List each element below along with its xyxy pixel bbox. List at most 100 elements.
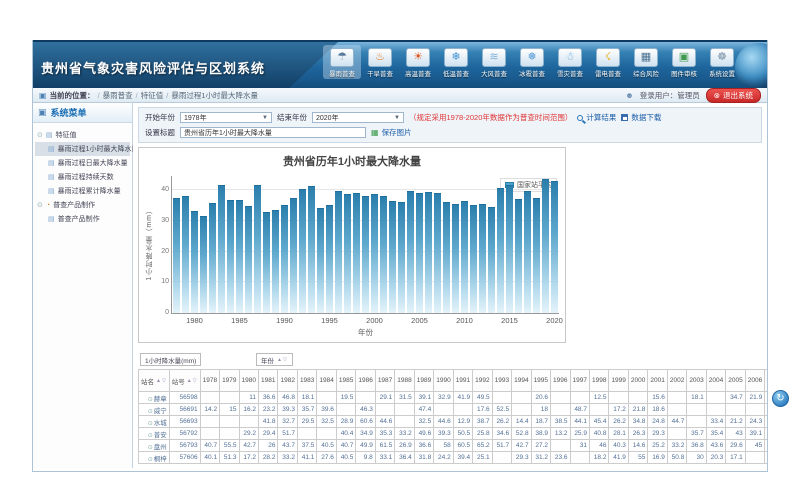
download-button[interactable]: 数据下载	[621, 112, 661, 123]
cell-56598-1983: 18.1	[297, 392, 316, 404]
sort-arrows-icon[interactable]: ▲▽	[156, 378, 167, 384]
cell-56598-1981: 36.6	[259, 392, 278, 404]
bar-1997	[344, 194, 351, 313]
toolbar-item-lightning[interactable]: ☇雷电普查	[589, 45, 627, 79]
sidebar-item[interactable]: ▤暴雨过程累计降水量	[35, 184, 130, 198]
cell-56693-2006: 24.3	[745, 416, 764, 428]
sidebar-item[interactable]: ▤暴雨过程1小时最大降水量	[35, 142, 130, 156]
breadcrumb-item[interactable]: 暴雨过程1小时最大降水量	[171, 91, 258, 100]
bar-1991	[290, 198, 297, 313]
logout-button[interactable]: ⊗ 退出系统	[706, 88, 761, 103]
chart-title: 贵州省历年1小时最大降水量	[139, 153, 565, 169]
toolbar-item-drought[interactable]: ♨ 干旱普查	[361, 45, 399, 79]
icon-tile: ☃	[558, 48, 582, 67]
breadcrumb-item[interactable]: 暴雨普查	[103, 91, 133, 100]
row-expand-icon[interactable]: ⊙	[148, 421, 153, 427]
cell-56691-2001: 18.6	[648, 404, 667, 416]
station-name-header-inner: 站名▲▽	[141, 376, 167, 386]
row-expand-icon[interactable]: ⊙	[148, 409, 153, 415]
column-header-year-2001: 2001	[648, 370, 667, 392]
bar-2014	[497, 188, 504, 313]
sort-arrows-icon[interactable]: ▲▽	[187, 378, 198, 384]
toolbar-item-low-temp[interactable]: ❄低温普查	[437, 45, 475, 79]
row-expand-icon[interactable]: ⊙	[148, 397, 153, 403]
bar-1995	[326, 205, 333, 313]
bar-1983	[218, 185, 225, 313]
cell-56693-1995: 18.7	[531, 416, 550, 428]
drought-icon: ♨	[375, 52, 385, 63]
start-year-select[interactable]: 1978年 ▼	[180, 112, 272, 123]
column-header-year-1990: 1990	[434, 370, 453, 392]
cell-57606-2001: 16.9	[648, 452, 667, 464]
toolbar-item-label: 低温普查	[443, 69, 469, 78]
bar-1984	[227, 200, 234, 314]
column-header-station-name[interactable]: 站名▲▽	[139, 370, 170, 392]
page-icon: ▤	[48, 187, 55, 195]
floating-refresh-button[interactable]: ↻	[772, 390, 789, 407]
toolbar-item-map-review[interactable]: ▣图件审核	[665, 45, 703, 79]
breadcrumb-item[interactable]: 特征值	[141, 91, 164, 100]
calculate-button[interactable]: 计算结果	[577, 112, 616, 123]
cell-56792-1990: 39.3	[434, 428, 453, 440]
cell-56598-2007: 18.2	[765, 392, 767, 404]
bar-2003	[398, 202, 405, 313]
column-header-station-id[interactable]: 站号▲▽	[169, 370, 200, 392]
cell-56792-2003: 35.7	[687, 428, 706, 440]
row-expand-icon[interactable]: ⊙	[148, 445, 153, 451]
year-sort-control[interactable]: 年份 ▲▽	[256, 353, 293, 366]
station-name-cell: ⊙赫章	[139, 392, 170, 404]
column-header-year-2004: 2004	[706, 370, 725, 392]
app-window: 贵州省气象灾害风险评估与区划系统 ☂暴雨普查♨干旱普查☀高温普查❄低温普查≋大风…	[32, 40, 768, 472]
toolbar-item-wind[interactable]: ≋大风普查	[475, 45, 513, 79]
cell-56598-2001: 15.6	[648, 392, 667, 404]
end-year-select[interactable]: 2020年 ▼	[312, 112, 404, 123]
bar-2012	[479, 204, 486, 313]
value-type-selector[interactable]: 1小时降水量(mm)	[140, 353, 201, 366]
expander-icon[interactable]: ⊙	[37, 131, 43, 139]
cell-56691-1987	[375, 404, 394, 416]
toolbar-item-composite-risk[interactable]: ▦综合风险	[627, 45, 665, 79]
toolbar-item-snow[interactable]: ☃ 雪灾普查	[551, 45, 589, 79]
cell-56793-1985: 40.7	[336, 440, 355, 452]
cell-57606-1994: 29.3	[512, 452, 531, 464]
sidebar-item[interactable]: ▤普查产品制作	[35, 212, 130, 226]
sidebar-item[interactable]: ▤暴雨过程持续天数	[35, 170, 130, 184]
toolbar-item-high-temp[interactable]: ☀高温普查	[399, 45, 437, 79]
cell-56793-2007: 42.2	[765, 440, 767, 452]
x-tick-label: 1990	[276, 316, 293, 325]
tree-group-1[interactable]: ⊙◔普查产品制作	[35, 198, 130, 212]
cell-56793-1992: 65.2	[473, 440, 492, 452]
cell-56598-1997	[570, 392, 589, 404]
cell-56691-1986: 46.3	[356, 404, 375, 416]
row-expand-icon[interactable]: ⊙	[148, 457, 153, 463]
expander-icon[interactable]: ⊙	[37, 201, 43, 209]
filter-row-2: 设置标题 贵州省历年1小时最大降水量 ▦ 保存图片	[145, 125, 755, 140]
cell-56598-1984	[317, 392, 336, 404]
page-icon: ▤	[48, 215, 55, 223]
toolbar-item-rainstorm[interactable]: ☂暴雨普查	[323, 45, 361, 79]
sidebar-item[interactable]: ▤暴雨过程日最大降水量	[35, 156, 130, 170]
toolbar-item-label: 干旱普查	[367, 69, 393, 78]
cell-56693-1981: 41.8	[259, 416, 278, 428]
cell-57606-1993	[492, 452, 511, 464]
chart-title-input[interactable]: 贵州省历年1小时最大降水量	[180, 127, 366, 138]
tree-group-0[interactable]: ⊙▤特征值	[35, 128, 130, 142]
cell-57606-2004: 20.3	[706, 452, 725, 464]
toolbar-item-hail[interactable]: ❅冰雹普查	[513, 45, 551, 79]
station-id-cell: 56598	[169, 392, 200, 404]
x-tick-label: 2000	[366, 316, 383, 325]
save-image-button[interactable]: ▦ 保存图片	[371, 127, 412, 138]
cell-56693-1992: 38.7	[473, 416, 492, 428]
cell-57606-2006	[745, 452, 764, 464]
rainstorm-icon: ☂	[337, 52, 347, 63]
toolbar-item-label: 雪灾普查	[557, 69, 583, 78]
folder-icon: ◔	[46, 202, 50, 209]
cell-56598-1989: 39.1	[414, 392, 433, 404]
station-name-cell: ⊙水城	[139, 416, 170, 428]
row-expand-icon[interactable]: ⊙	[148, 433, 153, 439]
cell-56693-1996: 38.5	[551, 416, 570, 428]
chart-panel: 贵州省历年1小时最大降水量 1小时降水量（mm） 年份 国家站平均 010203…	[138, 147, 566, 343]
page-icon: ▤	[48, 173, 55, 181]
composite-risk-icon: ▦	[641, 52, 651, 63]
column-header-year-1978: 1978	[200, 370, 219, 392]
